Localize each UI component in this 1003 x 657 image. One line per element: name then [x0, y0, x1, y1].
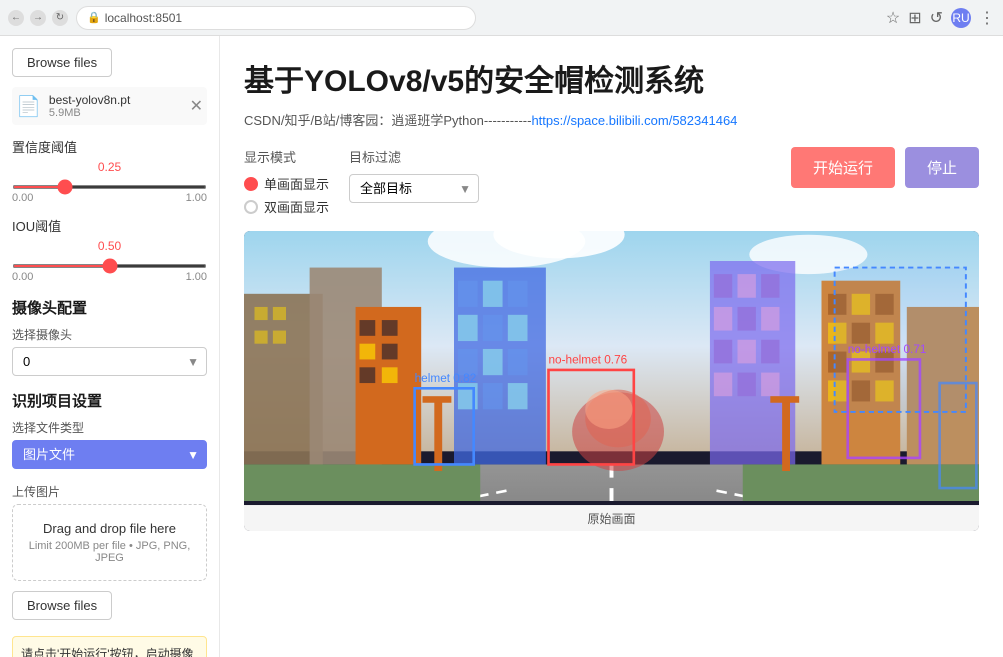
display-mode-group: 显示模式 单画面显示 双画面显示 [244, 147, 329, 216]
mode-double-label: 双画面显示 [264, 197, 329, 216]
radio-dot-double [244, 200, 258, 214]
mode-single-label: 单画面显示 [264, 174, 329, 193]
drag-drop-text: Drag and drop file here [25, 521, 194, 536]
browser-chrome: ← → ↻ 🔒 localhost:8501 ☆ ⊞ ↺ RU ⋮ [0, 0, 1003, 36]
upload-label: 上传图片 [12, 483, 207, 500]
svg-text:helmet 0.82: helmet 0.82 [415, 371, 477, 385]
account-icon[interactable]: RU [951, 8, 971, 28]
camera-section-header: 摄像头配置 [12, 297, 207, 318]
svg-text:no-helmet 0.76: no-helmet 0.76 [549, 352, 628, 366]
forward-button[interactable]: → [30, 10, 46, 26]
menu-icon[interactable]: ⋮ [979, 8, 995, 28]
file-name: best-yolov8n.pt [49, 93, 182, 107]
file-icon: 📄 [16, 94, 41, 119]
link-row: CSDN/知乎/B站/博客园：逍遥班学Python-----------http… [244, 110, 979, 129]
stop-button[interactable]: 停止 [905, 147, 979, 188]
controls-row: 显示模式 单画面显示 双画面显示 目标过滤 全部目标 安全帽 无安全帽 [244, 147, 979, 217]
recognition-section-header: 识别项目设置 [12, 390, 207, 411]
file-type-label: 选择文件类型 [12, 419, 207, 436]
bilibili-link[interactable]: https://space.bilibili.com/582341464 [531, 113, 737, 128]
sidebar: Browse files 📄 best-yolov8n.pt 5.9MB ✕ 置… [0, 36, 220, 657]
file-info: best-yolov8n.pt 5.9MB [49, 93, 182, 119]
file-close-button[interactable]: ✕ [190, 96, 203, 116]
upload-area[interactable]: Drag and drop file here Limit 200MB per … [12, 504, 207, 581]
file-type-select[interactable]: 图片文件 视频文件 [12, 440, 207, 469]
right-panel: 基于YOLOv8/v5的安全帽检测系统 CSDN/知乎/B站/博客园：逍遥班学P… [220, 36, 1003, 657]
extensions-icon[interactable]: ⊞ [908, 8, 921, 28]
target-filter-select[interactable]: 全部目标 安全帽 无安全帽 [349, 174, 479, 203]
file-item: 📄 best-yolov8n.pt 5.9MB ✕ [12, 87, 207, 125]
iou-slider[interactable] [12, 264, 207, 268]
display-mode-label: 显示模式 [244, 147, 329, 166]
camera-select[interactable]: 0 1 2 [12, 347, 207, 376]
radio-double[interactable]: 双画面显示 [244, 197, 329, 216]
iou-value: 0.50 [12, 239, 207, 253]
app-title: 基于YOLOv8/v5的安全帽检测系统 [244, 56, 979, 100]
image-label: 原始画面 [244, 505, 979, 531]
browse-files-bottom-button[interactable]: Browse files [12, 591, 112, 620]
iou-label: IOU阈值 [12, 216, 207, 235]
refresh-button[interactable]: ↻ [52, 10, 68, 26]
camera-select-wrapper: 0 1 2 ▼ [12, 347, 207, 376]
target-filter-select-wrapper: 全部目标 安全帽 无安全帽 ▼ [349, 174, 479, 203]
confidence-slider[interactable] [12, 185, 207, 189]
link-prefix: CSDN/知乎/B站/博客园：逍遥班学Python----------- [244, 113, 531, 128]
target-filter-label: 目标过滤 [349, 147, 479, 166]
drag-drop-hint: Limit 200MB per file • JPG, PNG, JPEG [25, 540, 194, 564]
city-scene: no-helmet 0.76 helmet 0.82 no-helmet 0.7… [244, 231, 979, 501]
confidence-label: 置信度阈值 [12, 137, 207, 156]
action-buttons: 开始运行 停止 [791, 147, 979, 188]
star-icon[interactable]: ☆ [886, 8, 900, 28]
back-button[interactable]: ← [8, 10, 24, 26]
camera-select-label: 选择摄像头 [12, 326, 207, 343]
browse-files-top-button[interactable]: Browse files [12, 48, 112, 77]
status-message: 请点击'开始运行'按钮，启动摄像头检测! [12, 636, 207, 657]
file-type-select-wrapper: 图片文件 视频文件 ▼ [12, 440, 207, 469]
target-filter-group: 目标过滤 全部目标 安全帽 无安全帽 ▼ [349, 147, 479, 217]
browser-actions: ☆ ⊞ ↺ RU ⋮ [886, 8, 995, 28]
image-container: no-helmet 0.76 helmet 0.82 no-helmet 0.7… [244, 231, 979, 531]
start-button[interactable]: 开始运行 [791, 147, 895, 188]
radio-dot-single [244, 177, 258, 191]
confidence-value: 0.25 [12, 160, 207, 174]
file-size: 5.9MB [49, 107, 182, 119]
main-layout: Browse files 📄 best-yolov8n.pt 5.9MB ✕ 置… [0, 36, 1003, 657]
radio-single[interactable]: 单画面显示 [244, 174, 329, 193]
update-icon[interactable]: ↺ [930, 8, 943, 28]
browser-controls: ← → ↻ [8, 10, 68, 26]
address-bar[interactable]: 🔒 localhost:8501 [76, 6, 476, 30]
